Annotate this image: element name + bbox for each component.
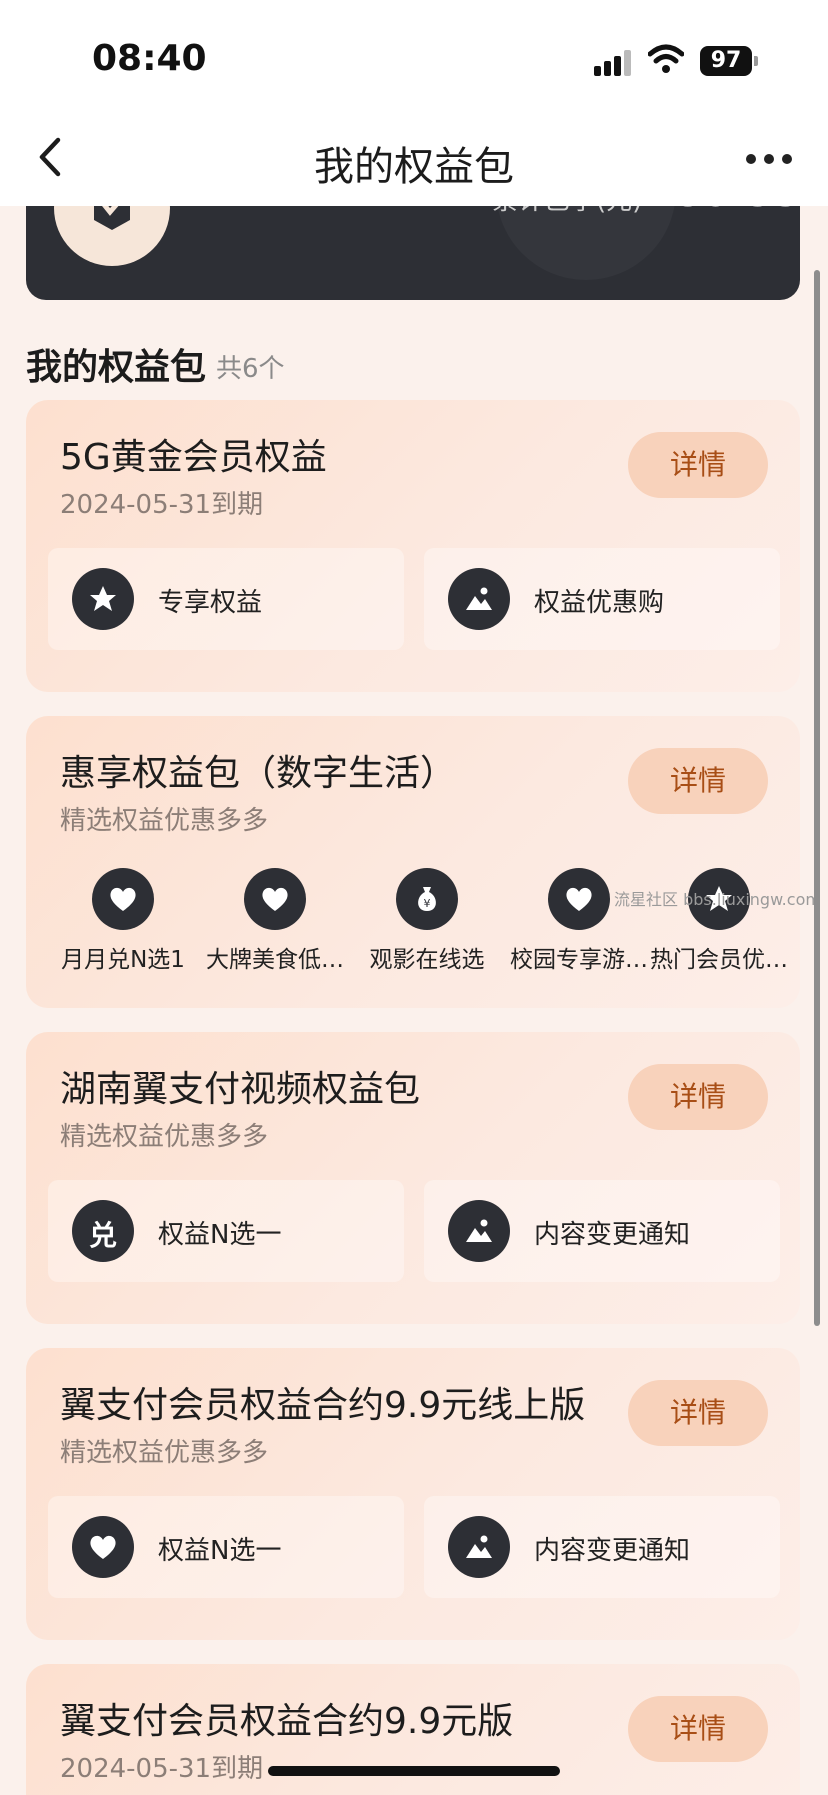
detail-button[interactable]: 详情 <box>628 1064 768 1130</box>
tile-label: 专享权益 <box>158 588 263 618</box>
item-label: 大牌美食低… <box>206 947 344 973</box>
detail-button[interactable]: 详情 <box>628 1380 768 1446</box>
status-bar: 08:40 97 <box>0 0 828 110</box>
home-indicator <box>268 1766 560 1776</box>
card-expiry: 2024-05-31到期 <box>60 1754 264 1784</box>
item-label: 月月兑N选1 <box>61 947 185 973</box>
watermark: 流星社区 bbs.liuxingw.com <box>614 890 821 909</box>
section-count: 共6个 <box>216 354 285 384</box>
detail-button[interactable]: 详情 <box>628 748 768 814</box>
benefit-item[interactable]: ¥ 观影在线选 <box>352 868 502 974</box>
tile-label: 内容变更通知 <box>534 1536 691 1566</box>
card-title: 翼支付会员权益合约9.9元版 <box>60 1701 514 1742</box>
battery-icon: 97 <box>700 46 758 76</box>
card-title: 惠享权益包（数字生活） <box>60 753 457 794</box>
benefit-card[interactable]: 惠享权益包（数字生活） 精选权益优惠多多 详情 月月兑N选1 大牌美食低… ¥ … <box>26 716 800 1008</box>
item-label: 校园专享游… <box>510 947 648 973</box>
heart-icon <box>72 1516 134 1578</box>
detail-button[interactable]: 详情 <box>628 1696 768 1762</box>
heart-icon <box>92 868 154 930</box>
card-title: 翼支付会员权益合约9.9元线上版 <box>60 1385 586 1426</box>
benefit-item[interactable]: 校园专享游… <box>504 868 654 974</box>
status-time: 08:40 <box>92 38 207 79</box>
card-subtitle: 精选权益优惠多多 <box>60 1438 269 1468</box>
benefit-tile[interactable]: 专享权益 <box>48 548 404 650</box>
benefit-card[interactable]: 5G黄金会员权益 2024-05-31到期 详情 专享权益 权益优惠购 <box>26 400 800 692</box>
image-icon <box>448 568 510 630</box>
exchange-icon: 兑 <box>72 1200 134 1262</box>
tile-label: 权益N选一 <box>158 1536 282 1566</box>
heart-icon <box>548 868 610 930</box>
nav-bar: 我的权益包 <box>0 110 828 206</box>
money-bag-icon: ¥ <box>396 868 458 930</box>
star-icon <box>72 568 134 630</box>
benefit-item[interactable]: 大牌美食低… <box>200 868 350 974</box>
tile-label: 权益优惠购 <box>534 588 665 618</box>
detail-button[interactable]: 详情 <box>628 432 768 498</box>
more-options-button[interactable] <box>746 154 792 166</box>
item-label: 热门会员优… <box>650 947 788 973</box>
image-icon <box>448 1516 510 1578</box>
benefit-card[interactable]: 翼支付会员权益合约9.9元线上版 精选权益优惠多多 详情 权益N选一 内容变更通… <box>26 1348 800 1640</box>
benefit-tile[interactable]: 权益优惠购 <box>424 548 780 650</box>
benefit-tile[interactable]: 兑 权益N选一 <box>48 1180 404 1282</box>
item-label: 观影在线选 <box>369 947 485 973</box>
tile-label: 权益N选一 <box>158 1220 282 1250</box>
benefit-item[interactable]: 月月兑N选1 <box>48 868 198 974</box>
heart-icon <box>244 868 306 930</box>
wifi-icon <box>648 44 684 73</box>
benefit-item[interactable]: 热门会员优… <box>644 868 794 974</box>
benefit-tile[interactable]: 权益N选一 <box>48 1496 404 1598</box>
signal-icon <box>594 50 634 76</box>
exchange-glyph: 兑 <box>88 1219 117 1252</box>
image-icon <box>448 1200 510 1262</box>
scrollbar[interactable] <box>814 270 820 1326</box>
card-title: 湖南翼支付视频权益包 <box>60 1069 421 1110</box>
benefit-tile[interactable]: 内容变更通知 <box>424 1496 780 1598</box>
page-title: 我的权益包 <box>314 144 514 190</box>
section-title: 我的权益包 <box>26 347 207 388</box>
card-title: 5G黄金会员权益 <box>60 437 327 478</box>
card-subtitle: 精选权益优惠多多 <box>60 1122 269 1152</box>
benefit-tile[interactable]: 内容变更通知 <box>424 1180 780 1282</box>
svg-text:¥: ¥ <box>424 897 431 910</box>
card-subtitle: 精选权益优惠多多 <box>60 806 269 836</box>
benefit-card[interactable]: 湖南翼支付视频权益包 精选权益优惠多多 详情 兑 权益N选一 内容变更通知 <box>26 1032 800 1324</box>
tile-label: 内容变更通知 <box>534 1220 691 1250</box>
card-expiry: 2024-05-31到期 <box>60 490 264 520</box>
